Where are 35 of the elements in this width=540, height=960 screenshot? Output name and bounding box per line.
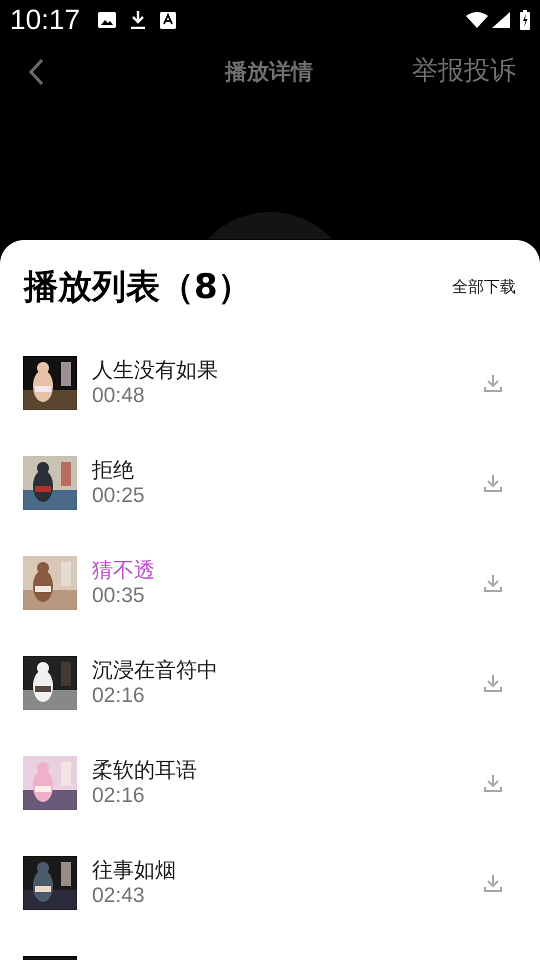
download-icon — [483, 873, 503, 893]
report-button[interactable]: 举报投诉 — [412, 52, 516, 91]
download-icon — [483, 773, 503, 793]
download-button[interactable] — [482, 772, 504, 794]
track-duration: 02:16 — [92, 783, 146, 808]
track-title[interactable]: 猜不透 — [92, 558, 482, 583]
track-duration: 00:35 — [92, 583, 146, 608]
playlist-title: 播放列表（8） — [24, 266, 252, 308]
download-icon — [483, 373, 503, 393]
download-button[interactable] — [482, 572, 504, 594]
signal-icon — [492, 12, 510, 28]
download-button[interactable] — [482, 672, 504, 694]
download-button[interactable] — [482, 372, 504, 394]
back-icon — [28, 58, 44, 86]
track-duration: 02:43 — [92, 883, 146, 908]
download-button[interactable] — [482, 472, 504, 494]
track-title[interactable]: 沉浸在音符中 — [92, 658, 482, 683]
track-title[interactable]: 拒绝 — [92, 458, 482, 483]
download-icon — [483, 673, 503, 693]
track-duration: 00:25 — [92, 483, 146, 508]
download-icon — [483, 473, 503, 493]
wifi-icon — [466, 12, 488, 28]
download-button[interactable] — [482, 872, 504, 894]
track-duration: 00:48 — [92, 383, 146, 408]
image-icon — [98, 12, 116, 28]
track-title[interactable]: 人生没有如果 — [92, 358, 482, 383]
download-icon — [483, 573, 503, 593]
battery-icon — [520, 10, 530, 30]
track-duration: 02:16 — [92, 683, 146, 708]
track-title[interactable]: 柔软的耳语 — [92, 758, 482, 783]
download-icon — [130, 11, 146, 29]
track-title[interactable]: 往事如烟 — [92, 858, 482, 883]
status-time: 10:17 — [10, 3, 80, 37]
download-all-button[interactable]: 全部下载 — [452, 275, 516, 299]
page-title: 播放详情 — [225, 59, 313, 87]
